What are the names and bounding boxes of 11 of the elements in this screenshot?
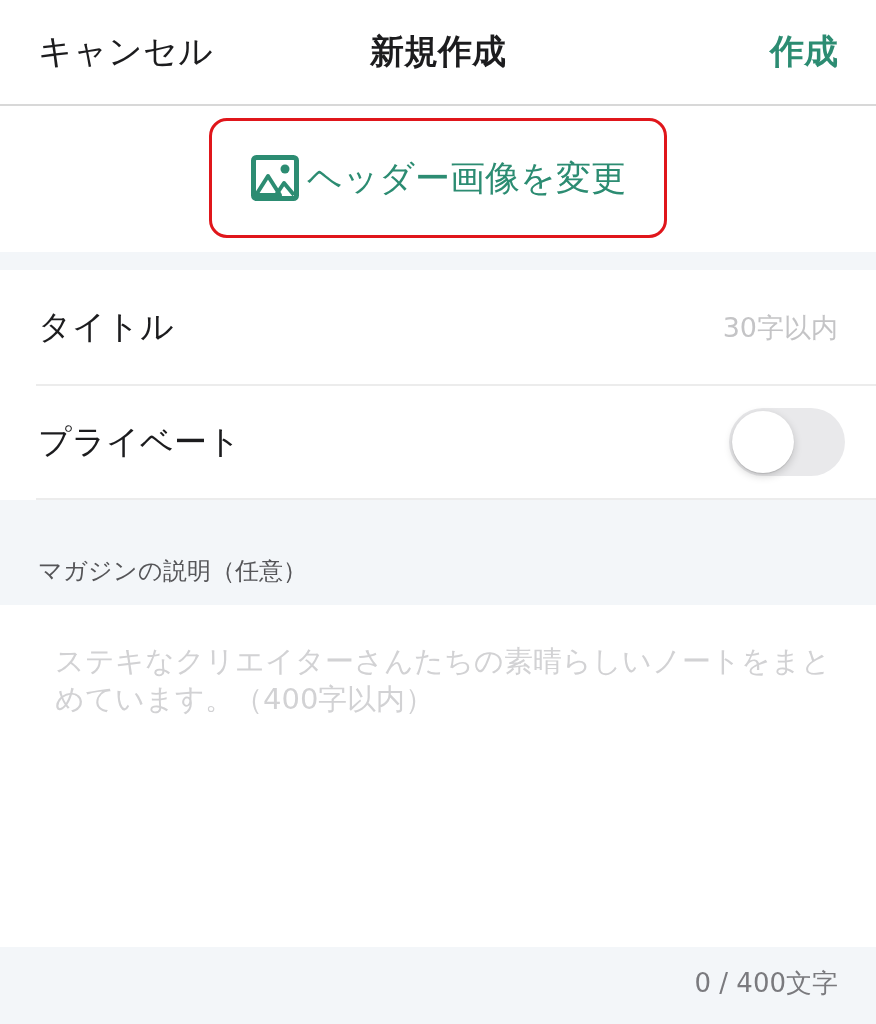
private-label: プライベート [38,420,241,463]
character-counter: 0 / 400文字 [694,967,838,1000]
private-toggle[interactable] [729,408,845,476]
create-button[interactable]: 作成 [770,29,838,75]
change-header-image-button[interactable]: ヘッダー画像を変更 [250,154,626,202]
nav-title: 新規作成 [370,30,506,73]
description-label: マガジンの説明（任意） [38,556,307,587]
title-input[interactable]: 30字以内 [538,311,838,343]
cancel-button[interactable]: キャンセル [38,29,213,75]
image-icon [250,155,299,201]
title-label: タイトル [38,305,174,348]
